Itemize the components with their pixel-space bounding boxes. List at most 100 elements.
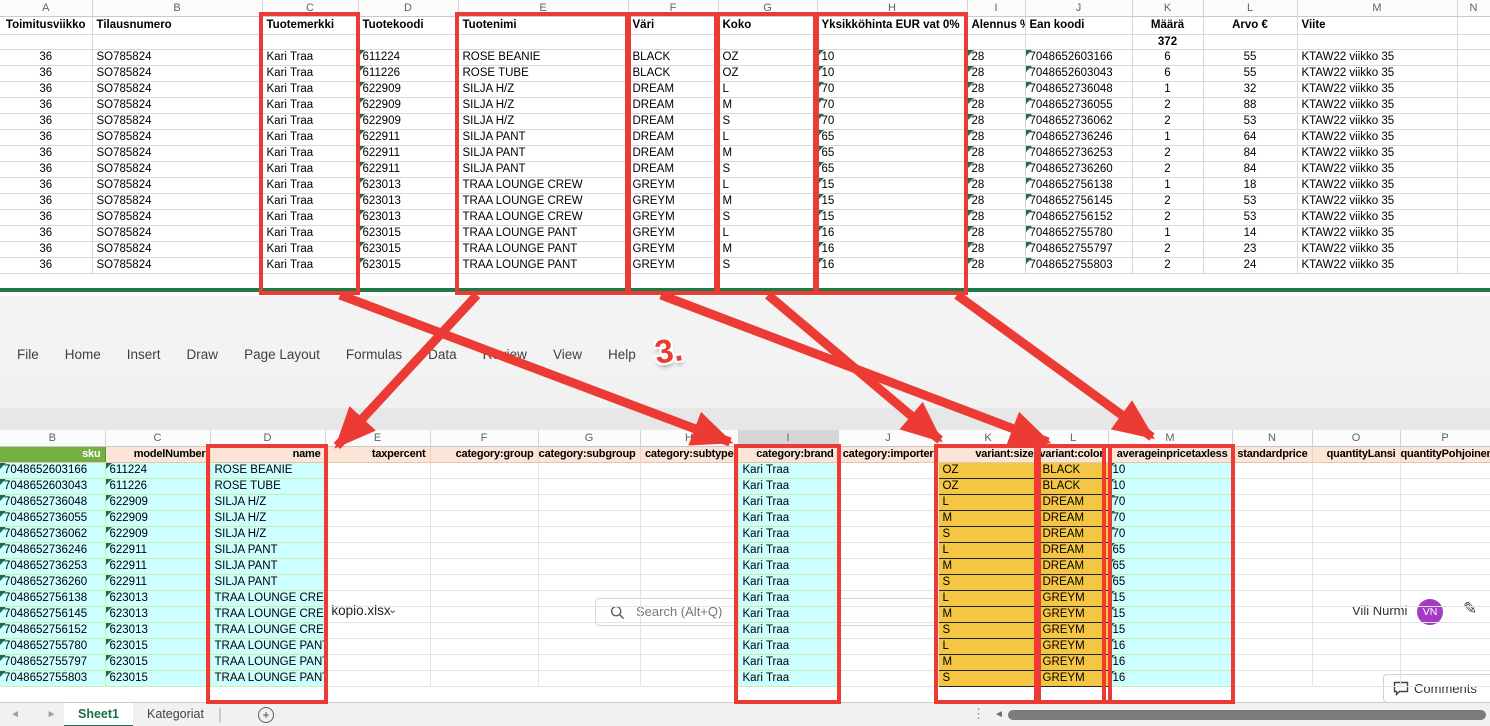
cell-order[interactable]: SO785824	[92, 257, 262, 273]
header-color[interactable]: variant:color	[1038, 446, 1108, 462]
menu-tab-data[interactable]: Data	[415, 334, 470, 375]
column-letter-M[interactable]: M	[1297, 0, 1457, 16]
cell-order[interactable]: SO785824	[92, 209, 262, 225]
cell-model[interactable]: 622909	[105, 494, 210, 510]
cell-stdprice[interactable]	[1232, 542, 1312, 558]
column-letter-L[interactable]: L	[1038, 430, 1108, 446]
cell-ref[interactable]: KTAW22 viikko 35	[1297, 97, 1457, 113]
cell-discount[interactable]: 28	[967, 49, 1025, 65]
cell-tax[interactable]	[325, 478, 430, 494]
column-letter-H[interactable]: H	[817, 0, 967, 16]
header-week[interactable]: Toimitusviikko	[0, 16, 92, 34]
cell-qlansi[interactable]	[1312, 510, 1400, 526]
cell-code[interactable]: 623013	[358, 193, 458, 209]
cell-subtype[interactable]	[640, 622, 738, 638]
cell-color[interactable]: DREAM	[628, 129, 718, 145]
cell-stdprice[interactable]	[1232, 590, 1312, 606]
column-letter-F[interactable]: F	[430, 430, 538, 446]
cell-subgroup[interactable]	[538, 638, 640, 654]
cell-color[interactable]: BLACK	[1038, 462, 1108, 478]
cell-price[interactable]: 16	[817, 241, 967, 257]
cell-code[interactable]: 622911	[358, 129, 458, 145]
cell-name[interactable]: SILJA PANT	[210, 542, 325, 558]
cell-qlansi[interactable]	[1312, 606, 1400, 622]
header-qty[interactable]: Määrä	[1132, 16, 1203, 34]
cell-color[interactable]: DREAM	[628, 113, 718, 129]
tab-sheet1[interactable]: Sheet1	[64, 703, 133, 726]
horizontal-scrollbar-thumb[interactable]	[1008, 710, 1486, 720]
header-price[interactable]: Yksikköhinta EUR vat 0%	[817, 16, 967, 34]
cell-name[interactable]: ROSE TUBE	[458, 65, 628, 81]
cell-discount[interactable]: 28	[967, 257, 1025, 273]
cell-code[interactable]: 611226	[358, 65, 458, 81]
cell-size[interactable]: S	[718, 209, 817, 225]
cell-sku[interactable]: 7048652603166	[0, 462, 105, 478]
cell-name[interactable]: SILJA H/Z	[210, 526, 325, 542]
cell-color[interactable]: GREYM	[628, 209, 718, 225]
cell-qty[interactable]: 1	[1132, 81, 1203, 97]
cell-value[interactable]: 53	[1203, 113, 1297, 129]
cell-stdprice[interactable]	[1232, 494, 1312, 510]
cell-qpohjoinen[interactable]	[1400, 654, 1490, 670]
cell[interactable]	[358, 34, 458, 49]
cell-sku[interactable]: 7048652736253	[0, 558, 105, 574]
cell-brand[interactable]: Kari Traa	[262, 113, 358, 129]
cell-name[interactable]: SILJA PANT	[458, 161, 628, 177]
cell-week[interactable]: 36	[0, 49, 92, 65]
cell-importer[interactable]	[838, 478, 938, 494]
cell-tax[interactable]	[325, 494, 430, 510]
cell-value[interactable]: 88	[1203, 97, 1297, 113]
cell-ean[interactable]: 7048652755797	[1025, 241, 1132, 257]
cell-value[interactable]: 32	[1203, 81, 1297, 97]
cell-brand[interactable]: Kari Traa	[262, 49, 358, 65]
cell-name[interactable]: TRAA LOUNGE CREW	[458, 209, 628, 225]
cell-tax[interactable]	[325, 510, 430, 526]
cell-ean[interactable]: 7048652736260	[1025, 161, 1132, 177]
cell-group[interactable]	[430, 574, 538, 590]
cell-ref[interactable]: KTAW22 viikko 35	[1297, 113, 1457, 129]
cell-sku[interactable]: 7048652756145	[0, 606, 105, 622]
cell-sku[interactable]: 7048652755780	[0, 638, 105, 654]
cell-brand[interactable]: Kari Traa	[262, 161, 358, 177]
cell-value[interactable]: 55	[1203, 49, 1297, 65]
add-sheet-button[interactable]: +	[258, 707, 274, 723]
cell-order[interactable]: SO785824	[92, 113, 262, 129]
cell-week[interactable]: 36	[0, 145, 92, 161]
cell-brand[interactable]: Kari Traa	[738, 670, 838, 686]
cell-subgroup[interactable]	[538, 670, 640, 686]
cell-group[interactable]	[430, 558, 538, 574]
cell-group[interactable]	[430, 494, 538, 510]
cell-importer[interactable]	[838, 574, 938, 590]
cell-ref[interactable]: KTAW22 viikko 35	[1297, 241, 1457, 257]
column-letter-K[interactable]: K	[1132, 0, 1203, 16]
cell[interactable]	[262, 34, 358, 49]
cell-name[interactable]: ROSE TUBE	[210, 478, 325, 494]
column-letter-L[interactable]: L	[1203, 0, 1297, 16]
cell-subtype[interactable]	[640, 462, 738, 478]
cell-qpohjoinen[interactable]	[1400, 526, 1490, 542]
cell-subtype[interactable]	[640, 654, 738, 670]
cell-qpohjoinen[interactable]	[1400, 590, 1490, 606]
menu-tab-view[interactable]: View	[540, 334, 595, 375]
cell-week[interactable]: 36	[0, 161, 92, 177]
cell-subgroup[interactable]	[538, 606, 640, 622]
cell-name[interactable]: ROSE BEANIE	[210, 462, 325, 478]
cell-model[interactable]: 622909	[105, 526, 210, 542]
cell-color[interactable]: DREAM	[628, 145, 718, 161]
cell-discount[interactable]: 28	[967, 81, 1025, 97]
cell-blank[interactable]	[1457, 65, 1490, 81]
cell-name[interactable]: TRAA LOUNGE CREW	[210, 622, 325, 638]
cell-avgprice[interactable]: 70	[1108, 526, 1232, 542]
header-tax[interactable]: taxpercent	[325, 446, 430, 462]
cell-name[interactable]: TRAA LOUNGE CREW	[458, 193, 628, 209]
scroll-left-arrow-icon[interactable]: ◄	[994, 703, 1004, 726]
cell-tax[interactable]	[325, 606, 430, 622]
cell-importer[interactable]	[838, 654, 938, 670]
cell-size[interactable]: M	[938, 654, 1038, 670]
cell-code[interactable]: 623015	[358, 257, 458, 273]
cell-color[interactable]: DREAM	[1038, 542, 1108, 558]
cell-week[interactable]: 36	[0, 225, 92, 241]
cell-qty[interactable]: 2	[1132, 161, 1203, 177]
cell-brand[interactable]: Kari Traa	[738, 574, 838, 590]
cell-discount[interactable]: 28	[967, 145, 1025, 161]
